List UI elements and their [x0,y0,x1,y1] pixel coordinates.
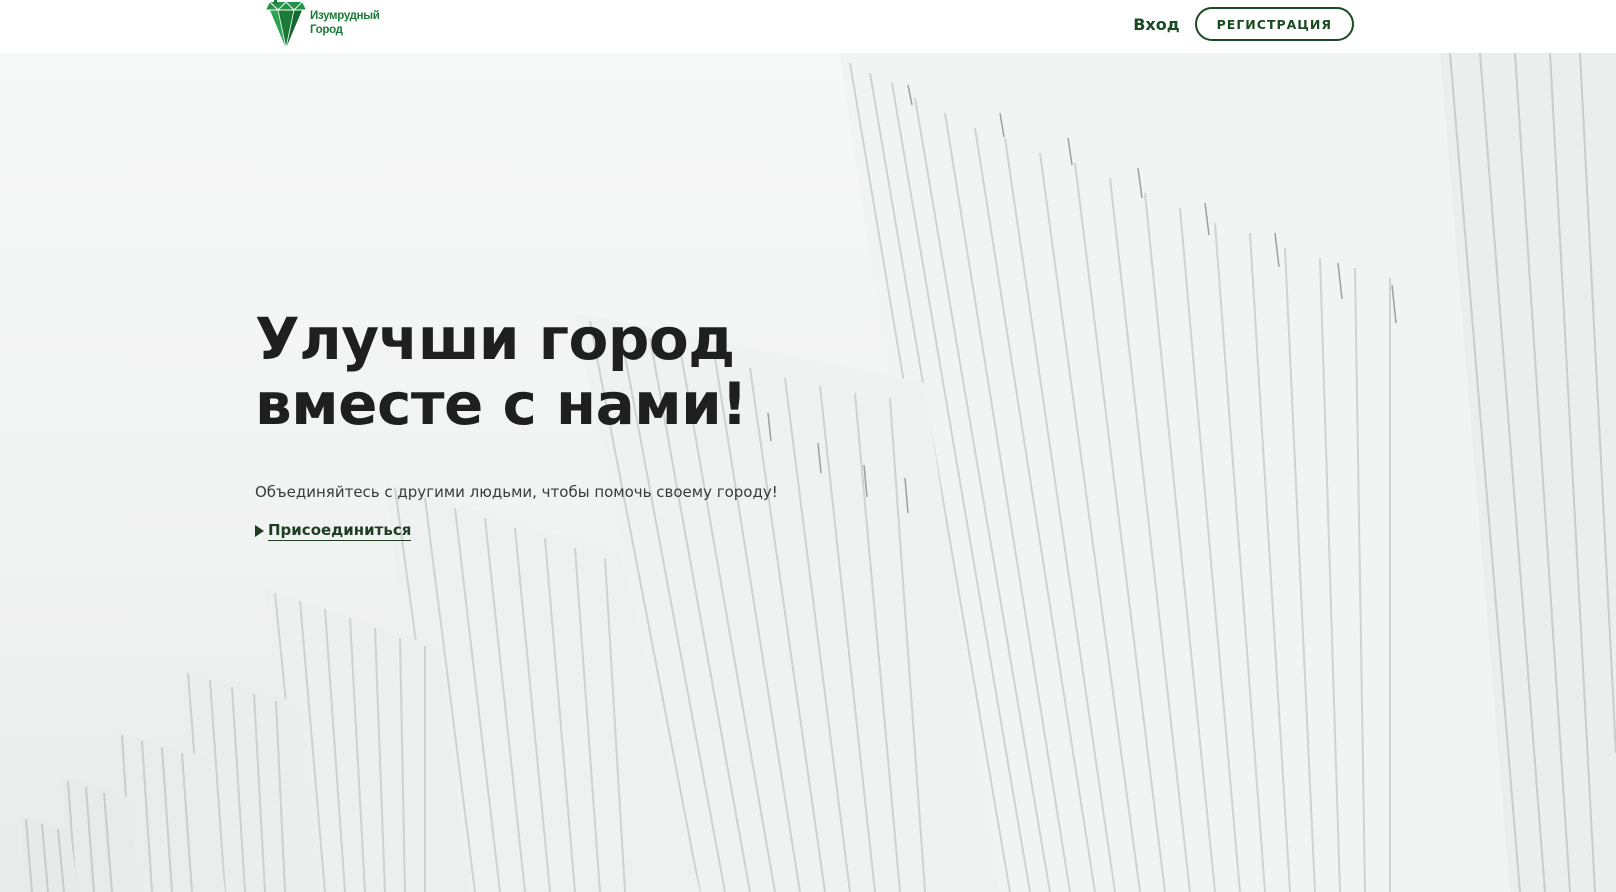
emerald-gem-icon [266,0,306,49]
logo-link[interactable]: Изумрудный Город [264,0,380,50]
hero-content: Улучши город вместе с нами! Объединяйтес… [255,307,778,541]
join-link[interactable]: Присоединиться [255,521,412,541]
hero-section: Улучши город вместе с нами! Объединяйтес… [0,53,1616,892]
logo-line-1: Изумрудный [310,10,380,22]
play-triangle-icon [255,525,264,537]
hero-title-line-1: Улучши город [255,305,735,373]
site-header: Изумрудный Город Вход РЕГИСТРАЦИЯ [0,0,1616,53]
hero-title-line-2: вместе с нами! [255,370,748,438]
hero-background-architecture-image [20,53,1616,892]
logo-line-2: Город [310,24,343,36]
header-nav: Вход РЕГИСТРАЦИЯ [1133,5,1354,43]
join-link-label: Присоединиться [268,521,412,541]
register-button[interactable]: РЕГИСТРАЦИЯ [1194,7,1354,41]
login-link[interactable]: Вход [1133,15,1179,34]
hero-title: Улучши город вместе с нами! [255,307,778,437]
hero-subtitle: Объединяйтесь с другими людьми, чтобы по… [255,483,778,501]
logo-wordmark: Изумрудный Город [310,9,380,37]
